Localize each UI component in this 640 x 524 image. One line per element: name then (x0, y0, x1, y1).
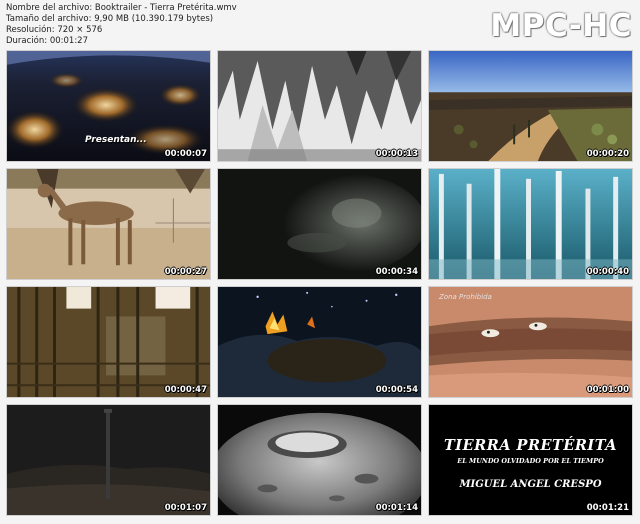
thumbnail-12-title: TIERRA PRETÉRITA (444, 437, 617, 454)
thumbnail-1: Presentan... 00:00:07 (6, 50, 211, 162)
thumbnail-9: Zona Prohibida 00:01:00 (428, 286, 633, 398)
thumbnail-6: 00:00:40 (428, 168, 633, 280)
thumbnail-10: 00:01:07 (6, 404, 211, 516)
thumbnail-11-image (218, 405, 421, 515)
thumbnail-9-image (429, 287, 632, 397)
thumbnail-3-timestamp: 00:00:20 (586, 149, 629, 159)
thumbnail-2-image (218, 51, 421, 161)
thumbnail-6-timestamp: 00:00:40 (586, 267, 629, 277)
thumbnail-5-image (218, 169, 421, 279)
thumbnail-8-timestamp: 00:00:54 (375, 385, 418, 395)
thumbnail-1-timestamp: 00:00:07 (164, 149, 207, 159)
thumbnail-8: 00:00:54 (217, 286, 422, 398)
thumbnail-11-timestamp: 00:01:14 (375, 503, 418, 513)
thumbnail-2: 00:00:13 (217, 50, 422, 162)
thumbnail-10-image (7, 405, 210, 515)
thumbnail-12: TIERRA PRETÉRITA EL MUNDO OLVIDADO POR E… (428, 404, 633, 516)
thumbnail-12-author: MIGUEL ANGEL CRESPO (459, 479, 602, 490)
thumbnail-12-subtitle: EL MUNDO OLVIDADO POR EL TIEMPO (457, 457, 604, 465)
thumbnail-9-caption: Zona Prohibida (439, 293, 492, 301)
thumbnail-8-image (218, 287, 421, 397)
thumbnail-grid: Presentan... 00:00:07 00:00:13 00:00:20 (0, 0, 640, 524)
thumbnail-11: 00:01:14 (217, 404, 422, 516)
thumbnail-7-image (7, 287, 210, 397)
thumbnail-6-image (429, 169, 632, 279)
thumbnail-12-timestamp: 00:01:21 (586, 503, 629, 513)
thumbnail-1-caption: Presentan... (85, 135, 147, 145)
thumbnail-5: 00:00:34 (217, 168, 422, 280)
thumbnail-10-timestamp: 00:01:07 (164, 503, 207, 513)
thumbnail-7-timestamp: 00:00:47 (164, 385, 207, 395)
thumbnail-4: 00:00:27 (6, 168, 211, 280)
thumbnail-5-timestamp: 00:00:34 (375, 267, 418, 277)
thumbnail-3: 00:00:20 (428, 50, 633, 162)
thumbnail-3-image (429, 51, 632, 161)
thumbnail-7: 00:00:47 (6, 286, 211, 398)
thumbnail-4-image (7, 169, 210, 279)
thumbnail-2-timestamp: 00:00:13 (375, 149, 418, 159)
thumbnail-4-timestamp: 00:00:27 (164, 267, 207, 277)
thumbnail-9-timestamp: 00:01:00 (586, 385, 629, 395)
